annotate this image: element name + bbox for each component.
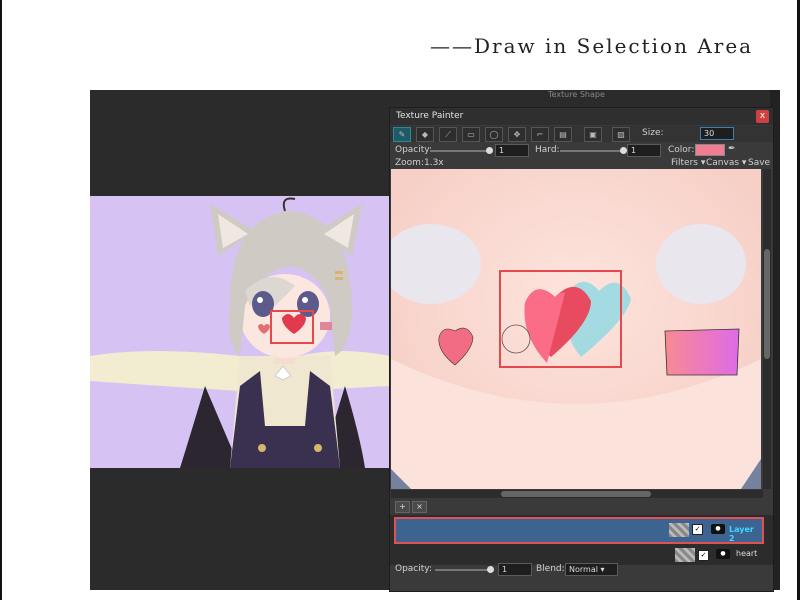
layer-opacity-label: Opacity: <box>395 564 432 574</box>
hardness-slider-knob[interactable] <box>620 147 627 154</box>
filters-menu[interactable]: Filters ▾ <box>671 158 705 168</box>
color-label: Color: <box>668 145 695 155</box>
layer-thumbnail <box>675 548 695 562</box>
checkmark-icon[interactable]: ✓ <box>692 524 703 535</box>
opacity-slider[interactable] <box>430 150 490 152</box>
caption-text: ——Draw in Selection Area <box>430 34 754 58</box>
horizontal-scroll-thumb[interactable] <box>501 491 651 497</box>
lasso-icon[interactable]: ◯ <box>485 127 503 142</box>
layer-row-selected[interactable]: ✓ ● Layer 2 <box>394 517 764 544</box>
background-panel-label: Texture Shape <box>548 90 605 99</box>
scene-viewport[interactable] <box>90 90 390 590</box>
zoom-readout: Zoom:1.3x <box>395 158 444 168</box>
tool-toolbar: ✎ ◆ ⟋ ▭ ◯ ✥ ⌐ ▤ ▣ ▨ Size: 30 <box>390 126 773 142</box>
color-swatch[interactable] <box>695 144 725 156</box>
layer-list: ✓ ● Layer 2 ✓ ● heart <box>390 515 773 565</box>
stamp-icon[interactable]: ▣ <box>584 127 602 142</box>
vertical-scroll-thumb[interactable] <box>764 249 770 359</box>
canvas-menu[interactable]: Canvas ▾ <box>706 158 746 168</box>
hardness-slider[interactable] <box>560 150 624 152</box>
canvas-horizontal-scrollbar[interactable] <box>391 490 763 498</box>
blend-select[interactable]: Normal ▾ <box>565 563 618 576</box>
move-icon[interactable]: ✥ <box>508 127 526 142</box>
layer-opacity-slider[interactable] <box>435 569 490 571</box>
painter-titlebar[interactable]: Texture Painter x <box>390 108 773 125</box>
painter-title: Texture Painter <box>396 111 464 121</box>
eyedropper-icon[interactable]: ✒ <box>728 144 736 154</box>
crop-icon[interactable]: ⌐ <box>531 127 549 142</box>
canvas-vertical-scrollbar[interactable] <box>763 169 771 489</box>
opacity-label: Opacity: <box>395 145 432 155</box>
hardness-input[interactable]: 1 <box>627 144 661 157</box>
layer-opacity-input[interactable]: 1 <box>498 563 532 576</box>
brush-icon[interactable]: ✎ <box>393 127 411 142</box>
eye-icon[interactable]: ● <box>711 524 725 534</box>
blend-label: Blend: <box>536 564 565 574</box>
add-layer-button[interactable]: + <box>395 501 410 513</box>
close-button[interactable]: x <box>756 110 769 123</box>
fill-icon[interactable]: ◆ <box>416 127 434 142</box>
remove-layer-button[interactable]: × <box>412 501 427 513</box>
canvas-menu-row: Zoom:1.3x Filters ▾ Canvas ▾ Save <box>390 157 773 169</box>
hardness-label: Hard: <box>535 145 560 155</box>
face-selection-highlight <box>270 310 314 344</box>
selection-area-highlight <box>499 270 622 368</box>
layer-opacity-slider-knob[interactable] <box>487 566 494 573</box>
brush-settings-row: Opacity: 1 Hard: 1 Color: ✒ <box>390 143 773 157</box>
layer-name[interactable]: Layer 2 <box>729 525 762 543</box>
checkmark-icon[interactable]: ✓ <box>698 550 709 561</box>
opacity-input[interactable]: 1 <box>495 144 529 157</box>
eye-icon[interactable]: ● <box>716 549 730 559</box>
page-edge-line <box>0 0 2 600</box>
layer-name[interactable]: heart <box>736 549 757 558</box>
layer-thumbnail <box>669 523 689 537</box>
size-label: Size: <box>642 128 664 138</box>
character-model <box>90 197 390 468</box>
gradient-icon[interactable]: ▤ <box>554 127 572 142</box>
rect-select-icon[interactable]: ▭ <box>462 127 480 142</box>
texture-painter-window: Texture Painter x ✎ ◆ ⟋ ▭ ◯ ✥ ⌐ ▤ ▣ ▨ Si… <box>389 107 774 592</box>
paint-canvas[interactable] <box>391 169 761 489</box>
eraser-icon[interactable]: ⟋ <box>439 127 457 142</box>
save-button[interactable]: Save <box>748 158 770 168</box>
size-input[interactable]: 30 <box>700 127 734 140</box>
layer-settings-row: Opacity: 1 Blend: Normal ▾ <box>390 562 773 576</box>
opacity-slider-knob[interactable] <box>486 147 493 154</box>
image-icon[interactable]: ▨ <box>612 127 630 142</box>
